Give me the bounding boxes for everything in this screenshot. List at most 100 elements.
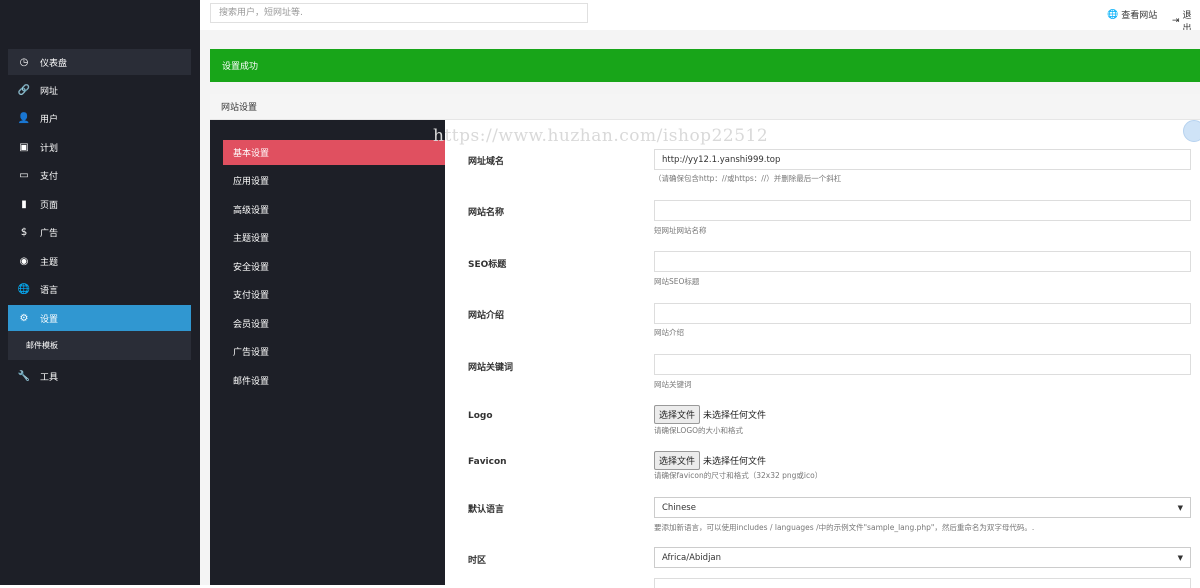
next-field-input[interactable]	[654, 578, 1191, 588]
search-input[interactable]	[210, 3, 588, 23]
timezone-label: 时区	[468, 556, 487, 566]
floating-helper-button[interactable]	[1183, 120, 1200, 142]
keywords-input[interactable]	[654, 354, 1191, 375]
sidebar-item-ads[interactable]: $ 广告	[8, 219, 191, 245]
site-name-label: 网站名称	[468, 208, 505, 218]
dashboard-icon: ◷	[19, 56, 29, 68]
sidebar-item-label: 主题	[40, 257, 59, 268]
logo-choose-button[interactable]: 选择文件	[654, 405, 701, 424]
seo-title-input[interactable]	[654, 251, 1191, 272]
sidebar-item-label: 页面	[40, 200, 59, 211]
wrench-icon: 🔧	[17, 370, 31, 382]
credit-card-icon: ▭	[19, 169, 29, 181]
sidebar-item-plans[interactable]: ▣ 计划	[8, 134, 191, 160]
sidebar-item-users[interactable]: 👤 用户	[8, 105, 191, 131]
sidebar-item-label: 计划	[40, 143, 59, 154]
file-icon: ▮	[21, 198, 27, 210]
sign-out-icon: ⇥	[1172, 16, 1180, 26]
settings-form: 网址域名 http://yy12.1.yanshi999.top （请确保包含h…	[445, 120, 1200, 588]
tab-membership[interactable]: 会员设置	[223, 311, 445, 336]
panel-title: 网站设置	[221, 103, 258, 113]
sidebar-item-label: 设置	[40, 314, 59, 325]
sidebar-item-languages[interactable]: 🌐 语言	[8, 276, 191, 302]
view-site-label: 查看网站	[1121, 11, 1158, 21]
eye-icon: ◉	[19, 255, 29, 267]
sidebar-item-label: 广告	[40, 228, 59, 239]
timezone-value: Africa/Abidjan	[662, 552, 722, 563]
sidebar: ◷ 仪表盘 🔗 网址 👤 用户 ▣ 计划 ▭ 支付 ▮ 页面 $ 广告 ◉ 主题 🌐 语言 ⚙ 设置…	[0, 0, 200, 585]
tab-app[interactable]: 应用设置	[223, 168, 445, 193]
intro-help: 网站介绍	[654, 328, 684, 337]
tab-label: 安全设置	[233, 263, 270, 273]
intro-input[interactable]	[654, 303, 1191, 324]
sidebar-item-label: 支付	[40, 171, 59, 182]
sidebar-item-label: 用户	[40, 114, 59, 125]
sidebar-item-label: 网址	[40, 86, 59, 97]
tab-label: 应用设置	[233, 177, 270, 187]
sidebar-item-label: 工具	[40, 372, 59, 383]
favicon-help: 请确保favicon的尺寸和格式（32x32 png或ico）	[654, 471, 823, 480]
panel-header: 网站设置	[210, 94, 1200, 120]
tab-security[interactable]: 安全设置	[223, 254, 445, 279]
chevron-down-icon: ▼	[1177, 503, 1183, 512]
intro-label: 网站介绍	[468, 311, 505, 321]
sidebar-item-themes[interactable]: ◉ 主题	[8, 248, 191, 274]
sidebar-item-payments[interactable]: ▭ 支付	[8, 162, 191, 188]
success-alert: 设置成功	[210, 49, 1200, 82]
sidebar-item-settings[interactable]: ⚙ 设置	[8, 305, 191, 331]
url-label: 网址域名	[468, 157, 505, 167]
sidebar-item-label: 仪表盘	[40, 58, 68, 69]
tab-label: 广告设置	[233, 348, 270, 358]
sidebar-item-links[interactable]: 🔗 网址	[8, 77, 191, 103]
sidebar-subitem-label: 邮件模板	[26, 341, 58, 350]
url-help: （请确保包含http：//或https：//）并删除最后一个斜杠	[654, 174, 842, 183]
dollar-icon: $	[20, 226, 28, 238]
favicon-file-input[interactable]: 选择文件 未选择任何文件	[654, 451, 766, 470]
tab-theme[interactable]: 主题设置	[223, 225, 445, 250]
tab-label: 支付设置	[233, 291, 270, 301]
logo-file-input[interactable]: 选择文件 未选择任何文件	[654, 405, 766, 424]
briefcase-icon: ▣	[19, 141, 29, 153]
settings-tabs: 基本设置 应用设置 高级设置 主题设置 安全设置 支付设置 会员设置 广告设置 …	[210, 120, 445, 585]
tab-label: 邮件设置	[233, 377, 270, 387]
tab-advanced[interactable]: 高级设置	[223, 197, 445, 222]
language-help: 要添加新语言，可以使用includes / languages /中的示例文件"…	[654, 523, 1035, 532]
chevron-down-icon: ▼	[1177, 553, 1183, 562]
sidebar-item-tools[interactable]: 🔧 工具	[8, 363, 191, 389]
language-label: 默认语言	[468, 505, 505, 515]
favicon-choose-button[interactable]: 选择文件	[654, 451, 701, 470]
site-name-input[interactable]	[654, 200, 1191, 221]
sidebar-item-dashboard[interactable]: ◷ 仪表盘	[8, 49, 191, 75]
favicon-file-status: 未选择任何文件	[703, 457, 767, 467]
language-select[interactable]: Chinese ▼	[654, 497, 1191, 518]
timezone-select[interactable]: Africa/Abidjan ▼	[654, 547, 1191, 568]
view-site-link[interactable]: 🌐 查看网站	[1107, 8, 1158, 22]
alert-text: 设置成功	[222, 62, 259, 72]
tab-label: 主题设置	[233, 234, 270, 244]
seo-title-label: SEO标题	[468, 260, 507, 270]
tab-ads[interactable]: 广告设置	[223, 339, 445, 364]
logo-label: Logo	[468, 411, 493, 421]
tab-label: 会员设置	[233, 320, 270, 330]
tab-label: 基本设置	[233, 149, 270, 159]
tab-email[interactable]: 邮件设置	[223, 368, 445, 393]
keywords-label: 网站关键词	[468, 363, 514, 373]
sidebar-item-pages[interactable]: ▮ 页面	[8, 191, 191, 217]
sidebar-item-label: 语言	[40, 285, 59, 296]
main-content: 设置成功 网站设置 基本设置 应用设置 高级设置 主题设置 安全设置 支付设置 …	[200, 30, 1200, 588]
globe-icon: 🌐	[17, 283, 31, 295]
language-value: Chinese	[662, 502, 696, 513]
site-name-help: 短网址网站名称	[654, 226, 707, 235]
watermark-text: https://www.huzhan.com/ishop22512	[433, 126, 769, 146]
sidebar-subitem-email-templates[interactable]: 邮件模板	[8, 331, 191, 360]
tab-label: 高级设置	[233, 206, 270, 216]
logo-help: 请确保LOGO的大小和格式	[654, 426, 744, 435]
tab-basic[interactable]: 基本设置	[223, 140, 445, 165]
favicon-label: Favicon	[468, 457, 507, 467]
tab-payment[interactable]: 支付设置	[223, 282, 445, 307]
keywords-help: 网站关键词	[654, 380, 692, 389]
globe-icon: 🌐	[1107, 9, 1119, 20]
url-input[interactable]: http://yy12.1.yanshi999.top	[654, 149, 1191, 170]
logo-file-status: 未选择任何文件	[703, 411, 767, 421]
seo-title-help: 网站SEO标题	[654, 277, 700, 286]
